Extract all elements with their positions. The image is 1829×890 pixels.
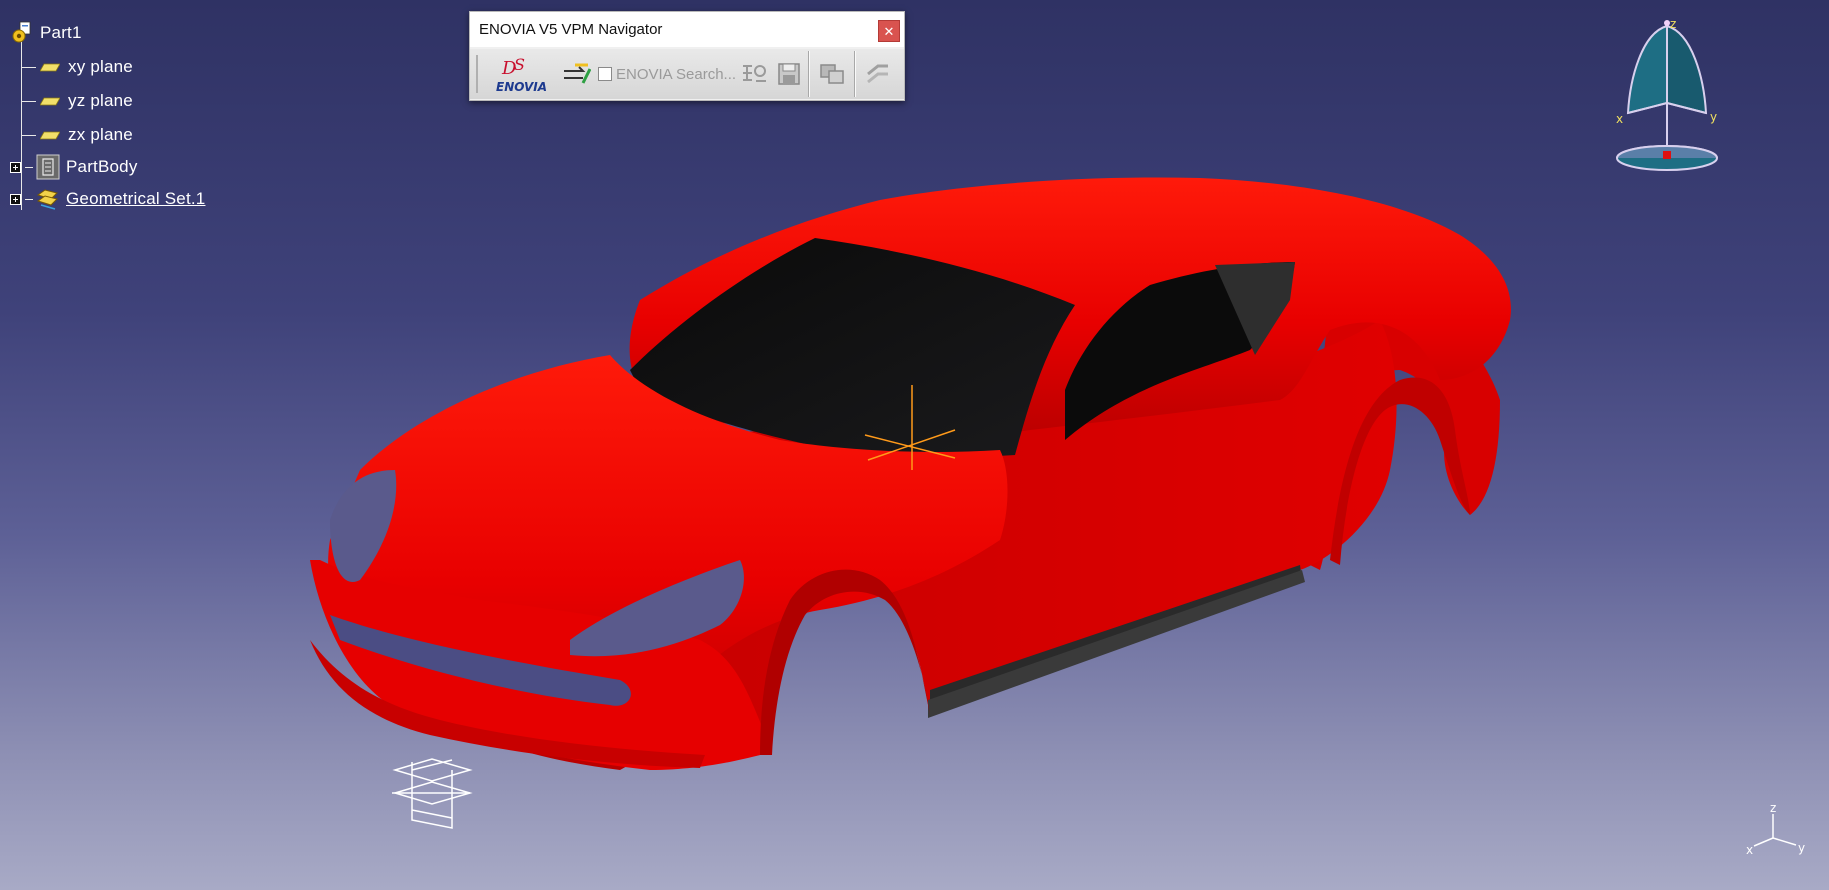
axis-x-label: x [1746, 843, 1753, 857]
tree-item-label: Geometrical Set.1 [66, 189, 206, 208]
toolbar-title: ENOVIA V5 VPM Navigator [479, 21, 663, 38]
enovia-toolbar-window[interactable]: ENOVIA V5 VPM Navigator ✕ D S ENOVIA ENO… [469, 11, 905, 101]
tree-root-label: Part1 [40, 23, 82, 42]
link-button[interactable] [858, 54, 898, 94]
body-icon [36, 154, 60, 180]
save-button[interactable] [772, 54, 806, 94]
close-button[interactable]: ✕ [878, 20, 900, 42]
sync-button[interactable] [812, 54, 852, 94]
toolbar-buttons: D S ENOVIA ENOVIA Search... [470, 49, 904, 99]
compass-x-label: x [1616, 112, 1623, 126]
tree-node-part1[interactable]: Part1 [10, 21, 82, 44]
tree-item-label: xy plane [68, 57, 133, 76]
tree-node-partbody[interactable]: PartBody [10, 154, 138, 180]
manipulator-icon [392, 758, 473, 829]
tree-item-label: zx plane [68, 125, 133, 144]
tree-item-label: PartBody [66, 157, 138, 176]
link-icon [867, 64, 888, 84]
toolbar-grip[interactable] [476, 55, 484, 93]
plane-icon [40, 97, 60, 105]
navigator-button[interactable] [556, 54, 596, 94]
toolbar-separator [808, 51, 810, 97]
tree-node-yz-plane[interactable]: yz plane [22, 90, 133, 112]
ds-enovia-logo-icon[interactable]: D S ENOVIA [490, 54, 556, 94]
sync-icon [820, 64, 844, 84]
3d-viewport[interactable]: Part1 xy plane yz plane zx plane PartBod… [0, 0, 1829, 890]
toolbar-separator [854, 51, 856, 97]
tree-item-label: yz plane [68, 91, 133, 110]
svg-text:S: S [514, 55, 525, 74]
compass-icon[interactable]: x y z [1612, 18, 1722, 178]
plane-icon [40, 63, 60, 71]
save-icon [778, 63, 800, 85]
navigator-icon [564, 63, 591, 84]
tree-node-zx-plane[interactable]: zx plane [22, 124, 133, 146]
logo-text: ENOVIA [496, 80, 547, 94]
part-icon [12, 21, 31, 43]
compass-z-label: z [1670, 18, 1676, 31]
compass-y-label: y [1710, 110, 1717, 124]
tree-settings-icon [743, 65, 766, 82]
tree-node-geometrical-set[interactable]: Geometrical Set.1 [10, 188, 205, 210]
search-checkbox[interactable] [598, 67, 612, 81]
tree-node-xy-plane[interactable]: xy plane [22, 56, 133, 78]
tree-settings-button[interactable] [736, 54, 772, 94]
axis-z-label: z [1770, 801, 1776, 815]
enovia-search-button[interactable]: ENOVIA Search... [616, 66, 736, 83]
expand-toggle-icon[interactable] [10, 193, 21, 205]
expand-toggle-icon[interactable] [10, 161, 21, 173]
axis-y-label: y [1798, 841, 1805, 855]
axis-icon: z x y [1746, 801, 1805, 857]
toolbar-titlebar[interactable]: ENOVIA V5 VPM Navigator [470, 12, 904, 47]
plane-icon [40, 131, 60, 139]
geometrical-set-icon [36, 189, 58, 210]
car-body-model[interactable] [0, 0, 1829, 890]
